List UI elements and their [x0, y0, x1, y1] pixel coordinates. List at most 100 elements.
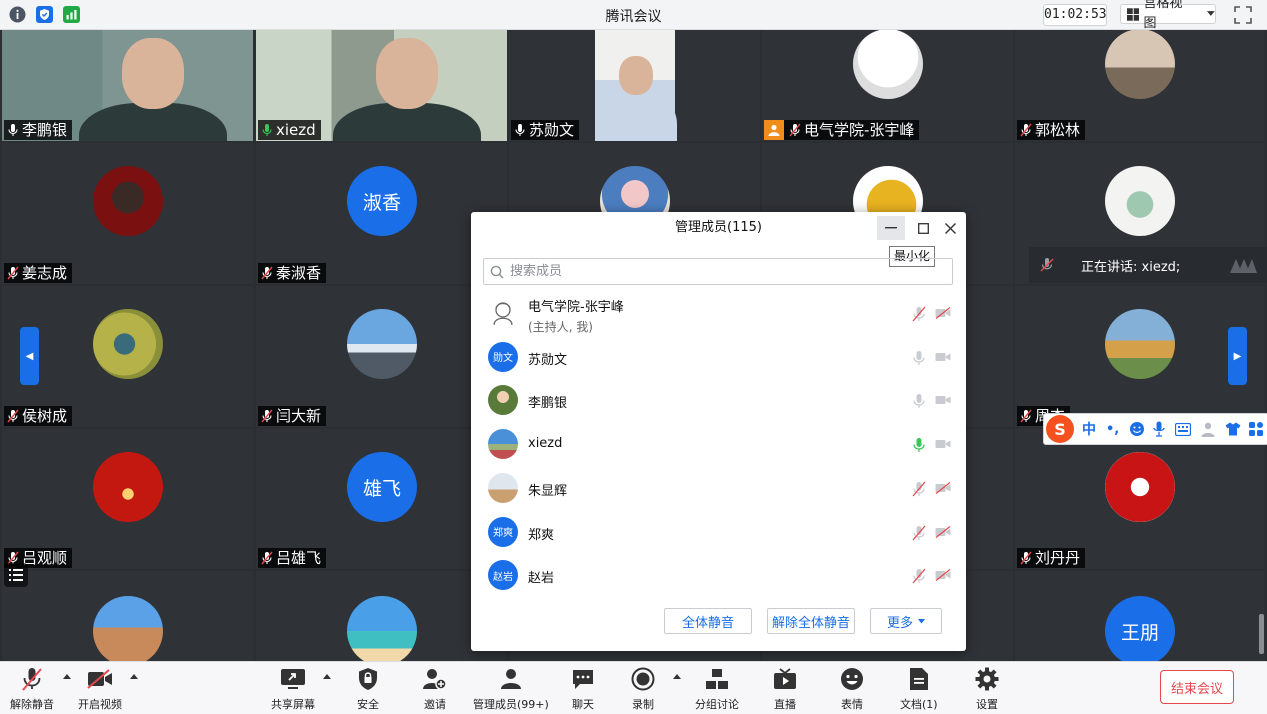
invite-button[interactable]: 邀请	[422, 666, 448, 712]
maximize-button[interactable]	[911, 216, 935, 240]
participant-tile[interactable]: 侯树成	[2, 286, 253, 427]
mic-muted-icon	[1020, 551, 1032, 565]
participant-name: 吕雄飞	[276, 549, 322, 567]
minimize-button[interactable]	[877, 216, 905, 240]
unmute-all-button[interactable]: 解除全体静音	[767, 608, 855, 634]
mic-muted-icon[interactable]	[912, 525, 926, 541]
camera-off-icon[interactable]	[935, 481, 951, 494]
record-icon	[631, 667, 655, 691]
mute-all-button[interactable]: 全体静音	[664, 608, 752, 634]
participant-tile[interactable]: 电气学院-张宇峰	[762, 30, 1013, 141]
camera-off-icon[interactable]	[935, 307, 951, 319]
live-stream-button[interactable]: 直播	[772, 666, 798, 712]
add-user-icon	[423, 669, 447, 690]
skin-shirt-icon[interactable]	[1225, 422, 1241, 436]
camera-off-icon[interactable]	[935, 351, 951, 363]
mic-icon	[515, 124, 525, 136]
camera-off-icon[interactable]	[935, 525, 951, 538]
grid-icon	[1127, 7, 1140, 21]
participant-tile[interactable]	[256, 571, 507, 661]
view-mode-label: 宫格视图	[1143, 0, 1183, 31]
share-screen-button[interactable]: 共享屏幕	[271, 666, 315, 712]
participant-tile[interactable]: 闫大新	[256, 286, 507, 427]
participant-tile[interactable]: 李鹏银	[2, 30, 253, 141]
next-page-arrow[interactable]: ▶	[1228, 327, 1247, 385]
participant-tile[interactable]: 刘丹丹	[1015, 429, 1265, 569]
member-row[interactable]: 勋文 苏勋文	[471, 336, 966, 380]
member-search-input[interactable]	[508, 263, 932, 280]
member-row[interactable]: 电气学院-张宇峰 (主持人, 我)	[471, 292, 966, 336]
member-row[interactable]: 朱显辉	[471, 467, 966, 511]
emoji-icon[interactable]	[1129, 421, 1145, 437]
more-button[interactable]: 更多	[870, 608, 942, 634]
member-row[interactable]: 郑爽 郑爽	[471, 511, 966, 555]
document-icon	[909, 668, 928, 690]
ime-punctuation[interactable]: •,	[1106, 422, 1119, 437]
signal-icon[interactable]	[62, 5, 81, 24]
chat-button[interactable]: 聊天	[570, 666, 596, 712]
mic-muted-icon[interactable]	[912, 481, 926, 497]
participant-tile[interactable]: 雄飞 吕雄飞	[256, 429, 507, 569]
reactions-button[interactable]: 表情	[839, 666, 865, 712]
avatar	[93, 309, 163, 379]
fullscreen-icon[interactable]	[1233, 5, 1253, 25]
participant-tile[interactable]: xiezd	[256, 30, 507, 141]
members-icon	[500, 669, 521, 689]
list-menu-icon[interactable]	[4, 563, 28, 587]
member-name: 郑爽	[528, 524, 554, 543]
user-icon[interactable]	[1201, 422, 1215, 437]
participant-tile[interactable]	[2, 571, 253, 661]
mic-icon[interactable]	[912, 393, 926, 409]
mic-icon[interactable]	[912, 437, 926, 453]
security-label: 安全	[357, 698, 379, 711]
info-icon[interactable]	[8, 5, 27, 24]
settings-button[interactable]: 设置	[974, 666, 1000, 712]
view-mode-dropdown[interactable]: 宫格视图	[1120, 0, 1216, 31]
manage-members-button[interactable]: 管理成员(99+)	[473, 666, 549, 712]
camera-off-icon[interactable]	[935, 438, 951, 450]
unmute-button[interactable]: 解除静音	[10, 666, 54, 712]
member-row[interactable]: 李鹏银	[471, 379, 966, 423]
participant-tile[interactable]: 王朋	[1015, 571, 1265, 661]
video-options-caret[interactable]	[130, 674, 138, 679]
ime-language[interactable]: 中	[1082, 419, 1096, 439]
toolbox-icon[interactable]	[1249, 422, 1264, 436]
mic-muted-icon[interactable]	[912, 306, 926, 322]
participant-name: 李鹏银	[22, 121, 68, 139]
record-button[interactable]: 录制	[630, 666, 656, 712]
record-options-caret[interactable]	[673, 674, 681, 679]
chat-icon	[573, 670, 593, 689]
camera-off-icon[interactable]	[935, 569, 951, 582]
participant-name-label: 秦淑香	[258, 263, 327, 283]
sogou-logo-icon[interactable]: S	[1046, 415, 1074, 443]
keyboard-icon[interactable]	[1175, 422, 1192, 436]
security-button[interactable]: 安全	[355, 666, 381, 712]
breakout-icon	[706, 669, 728, 689]
end-meeting-button[interactable]: 结束会议	[1160, 670, 1234, 704]
member-avatar-initials: 赵岩	[488, 560, 518, 591]
shield-icon[interactable]	[35, 5, 54, 24]
member-search-box[interactable]	[483, 258, 953, 285]
mic-muted-icon[interactable]	[912, 568, 926, 584]
participant-tile[interactable]: 郭松林	[1015, 30, 1265, 141]
breakout-rooms-button[interactable]: 分组讨论	[695, 666, 739, 712]
participant-tile[interactable]: 吕观顺	[2, 429, 253, 569]
mic-icon[interactable]	[912, 350, 926, 366]
caret-down-icon	[918, 618, 925, 623]
settings-label: 设置	[976, 698, 998, 711]
grid-scrollbar[interactable]	[1259, 614, 1264, 654]
member-row[interactable]: xiezd	[471, 423, 966, 467]
audio-options-caret[interactable]	[63, 674, 71, 679]
participant-tile[interactable]: 姜志成	[2, 143, 253, 284]
start-video-button[interactable]: 开启视频	[78, 666, 122, 712]
close-button[interactable]	[938, 216, 962, 240]
mic-muted-icon	[261, 551, 273, 565]
member-row[interactable]: 赵岩 赵岩	[471, 554, 966, 598]
camera-off-icon[interactable]	[935, 394, 951, 406]
participant-tile[interactable]: 苏勋文	[509, 30, 760, 141]
share-options-caret[interactable]	[323, 674, 331, 679]
participant-tile[interactable]: 淑香 秦淑香	[256, 143, 507, 284]
prev-page-arrow[interactable]: ◀	[20, 327, 39, 385]
documents-button[interactable]: 文档(1)	[900, 666, 938, 712]
voice-input-icon[interactable]	[1153, 421, 1165, 437]
